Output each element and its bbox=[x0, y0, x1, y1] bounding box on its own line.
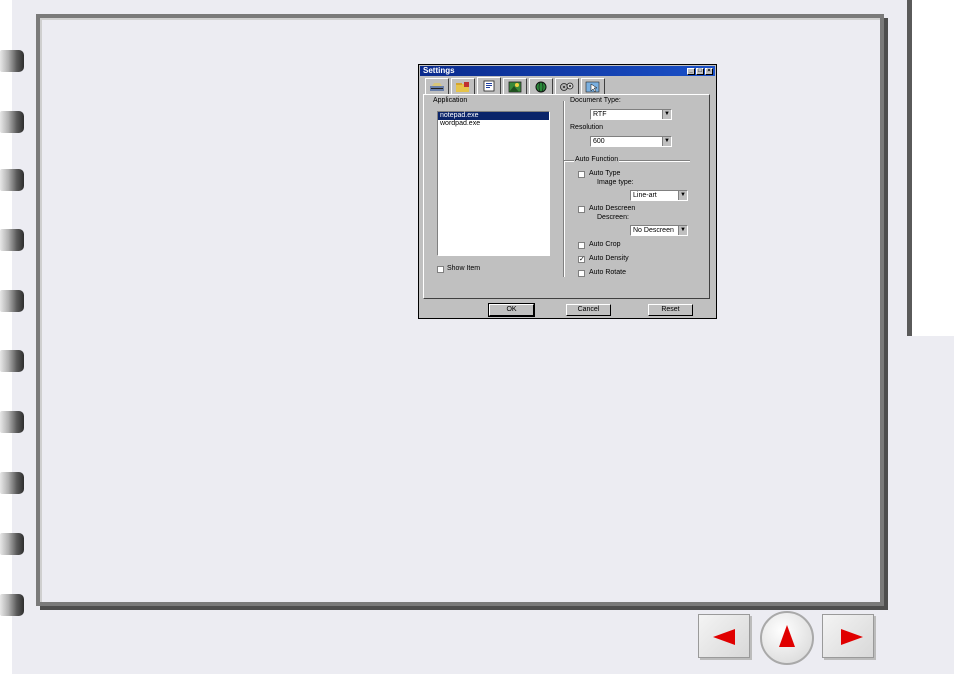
globe-tab[interactable] bbox=[529, 78, 553, 94]
next-page-button[interactable] bbox=[822, 614, 874, 658]
contents-button[interactable] bbox=[760, 611, 814, 665]
right-arrow-icon bbox=[841, 629, 863, 645]
auto-function-label: Auto Function bbox=[574, 156, 620, 163]
maximize-button[interactable]: □ bbox=[696, 68, 704, 75]
list-item-notepad[interactable]: notepad.exe bbox=[438, 112, 549, 120]
right-margin-top bbox=[912, 0, 954, 336]
scanner-tab-icon bbox=[430, 82, 444, 91]
descreen-select[interactable]: No Descreen ▼ bbox=[630, 225, 688, 236]
auto-rotate-label: Auto Rotate bbox=[589, 269, 626, 276]
binder-ring bbox=[0, 594, 24, 616]
right-margin-bottom bbox=[912, 336, 954, 674]
image-type-select[interactable]: Line-art ▼ bbox=[630, 190, 688, 201]
binder-ring bbox=[0, 50, 24, 72]
show-item-checkbox[interactable] bbox=[437, 266, 444, 273]
scanner-tab[interactable] bbox=[425, 78, 449, 94]
document-type-label: Document Type: bbox=[570, 97, 621, 104]
left-arrow-icon bbox=[713, 629, 735, 645]
reset-button[interactable]: Reset bbox=[648, 304, 693, 316]
auto-rotate-checkbox[interactable] bbox=[578, 270, 585, 277]
binder-ring bbox=[0, 229, 24, 251]
binder-ring bbox=[0, 111, 24, 133]
show-item-label: Show Item bbox=[447, 265, 481, 272]
settings-dialog: Settings _ □ × Application notepad.exe w… bbox=[418, 64, 717, 319]
auto-descreen-checkbox[interactable] bbox=[578, 206, 585, 213]
binder-ring bbox=[0, 411, 24, 433]
minimize-button[interactable]: _ bbox=[687, 68, 695, 75]
cursor-tab[interactable] bbox=[581, 78, 605, 94]
resolution-label: Resolution bbox=[570, 124, 604, 131]
list-item-wordpad[interactable]: wordpad.exe bbox=[438, 120, 549, 128]
image-type-label: Image type: bbox=[597, 179, 634, 186]
document-type-select[interactable]: RTF ▼ bbox=[590, 109, 672, 120]
folder-tab-icon bbox=[456, 81, 469, 92]
image-tab[interactable] bbox=[503, 78, 527, 94]
resolution-select[interactable]: 600 ▼ bbox=[590, 136, 672, 147]
gears-tab[interactable] bbox=[555, 78, 579, 94]
right-divider bbox=[907, 0, 912, 336]
auto-density-label: Auto Density bbox=[589, 255, 629, 262]
auto-descreen-label: Auto Descreen bbox=[589, 205, 636, 212]
settings-tabs bbox=[425, 77, 655, 94]
binder-ring bbox=[0, 290, 24, 312]
document-tab[interactable] bbox=[477, 77, 501, 94]
descreen-label: Descreen: bbox=[597, 214, 629, 221]
gears-tab-icon bbox=[560, 82, 574, 91]
image-tab-icon bbox=[508, 81, 522, 92]
application-label: Application bbox=[433, 97, 468, 104]
up-arrow-icon bbox=[779, 625, 795, 647]
cursor-tab-icon bbox=[585, 81, 600, 92]
binder-ring bbox=[0, 533, 24, 555]
chevron-down-icon: ▼ bbox=[678, 191, 687, 200]
chevron-down-icon: ▼ bbox=[678, 226, 687, 235]
binder-ring bbox=[0, 169, 24, 191]
close-button[interactable]: × bbox=[705, 68, 713, 75]
dialog-title: Settings bbox=[423, 66, 455, 75]
binder-ring bbox=[0, 350, 24, 372]
chevron-down-icon: ▼ bbox=[662, 110, 671, 119]
document-tab-icon bbox=[483, 80, 495, 92]
chevron-down-icon: ▼ bbox=[662, 137, 671, 146]
ok-button[interactable]: OK bbox=[488, 303, 535, 317]
auto-crop-checkbox[interactable] bbox=[578, 242, 585, 249]
folder-tab[interactable] bbox=[451, 78, 475, 94]
auto-type-label: Auto Type bbox=[589, 170, 621, 177]
column-divider bbox=[563, 101, 565, 277]
cancel-button[interactable]: Cancel bbox=[566, 304, 611, 316]
binder-ring bbox=[0, 472, 24, 494]
dialog-titlebar: Settings _ □ × bbox=[420, 66, 715, 76]
settings-panel: Application notepad.exe wordpad.exe Show… bbox=[423, 94, 710, 299]
auto-type-checkbox[interactable] bbox=[578, 171, 585, 178]
auto-crop-label: Auto Crop bbox=[589, 241, 621, 248]
auto-density-checkbox[interactable]: ✓ bbox=[578, 256, 585, 263]
application-list[interactable]: notepad.exe wordpad.exe bbox=[437, 111, 550, 256]
previous-page-button[interactable] bbox=[698, 614, 750, 658]
globe-tab-icon bbox=[535, 81, 547, 92]
